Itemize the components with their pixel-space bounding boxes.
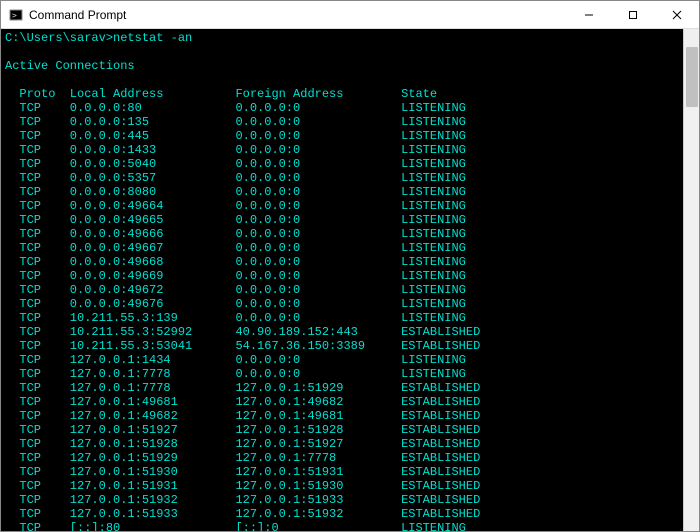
command-prompt-window: >_ Command Prompt C:\Users\sarav>netstat… (0, 0, 700, 532)
scrollbar-thumb[interactable] (686, 47, 698, 107)
titlebar-left: >_ Command Prompt (9, 8, 126, 22)
svg-text:>_: >_ (12, 11, 22, 20)
scrollbar[interactable] (683, 29, 699, 531)
console-output[interactable]: C:\Users\sarav>netstat -an Active Connec… (1, 29, 683, 531)
cmd-icon: >_ (9, 8, 23, 22)
close-button[interactable] (655, 1, 699, 28)
window-controls (567, 1, 699, 28)
console-area: C:\Users\sarav>netstat -an Active Connec… (1, 29, 699, 531)
maximize-button[interactable] (611, 1, 655, 28)
titlebar[interactable]: >_ Command Prompt (1, 1, 699, 29)
minimize-button[interactable] (567, 1, 611, 28)
window-title: Command Prompt (29, 8, 126, 22)
